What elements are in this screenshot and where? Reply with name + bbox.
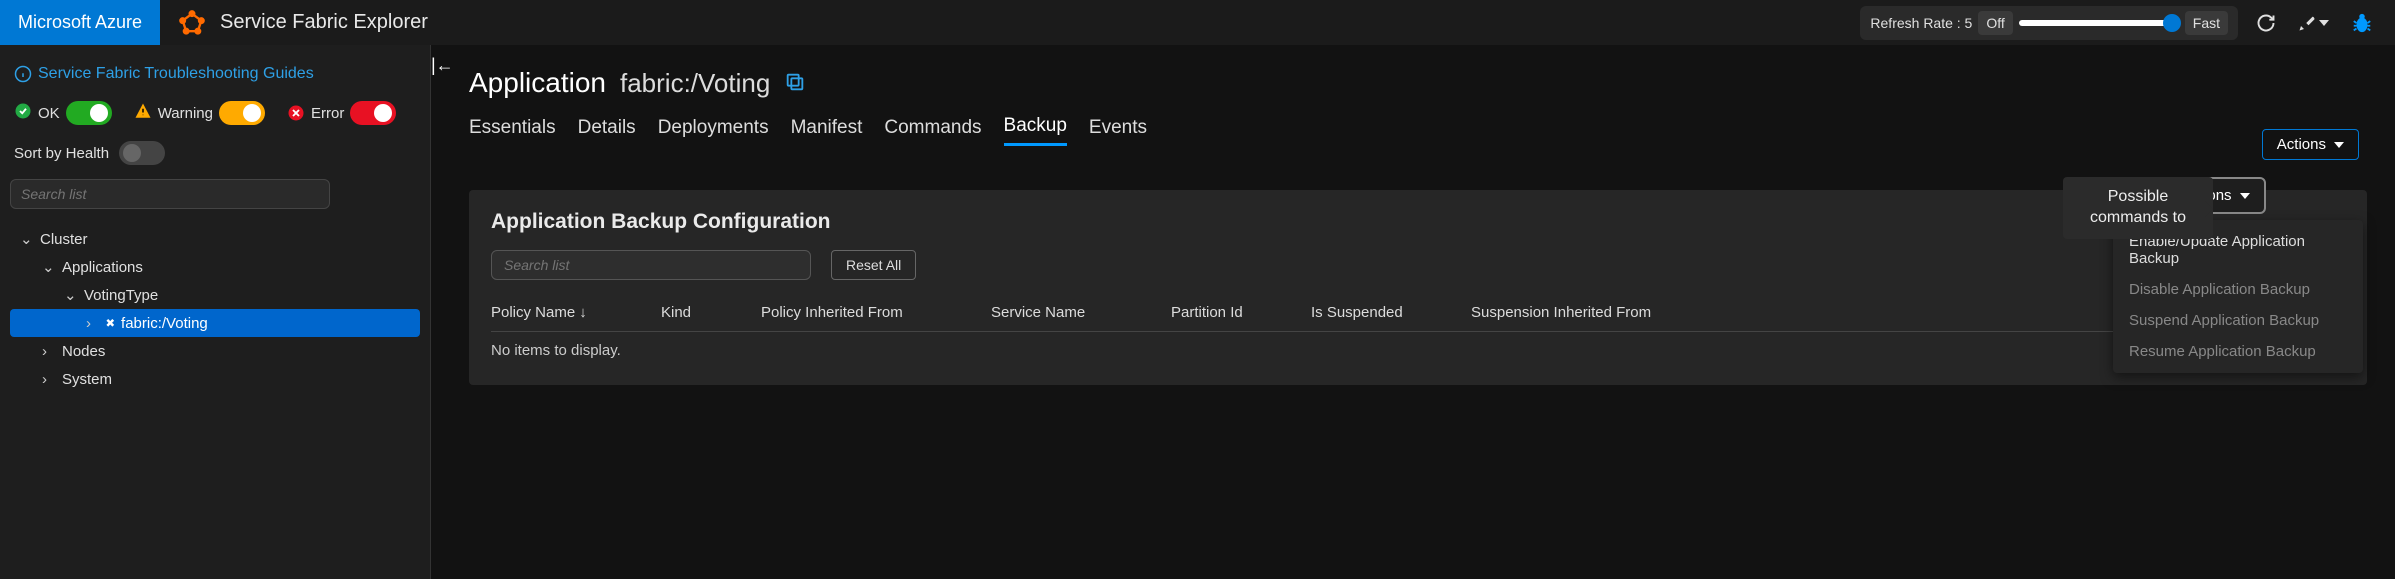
chevron-down-icon: ⌄: [20, 230, 34, 248]
collapse-sidebar-icon[interactable]: |←: [431, 55, 454, 76]
filter-error-toggle[interactable]: Error: [287, 101, 396, 125]
tab-bar: Essentials Details Deployments Manifest …: [469, 115, 2367, 146]
refresh-off-button[interactable]: Off: [1978, 11, 2012, 35]
filter-warning-toggle[interactable]: Warning: [134, 101, 265, 125]
tree-node-votingtype[interactable]: ⌄ VotingType: [10, 281, 420, 309]
error-icon: [287, 104, 305, 122]
col-service-name[interactable]: Service Name: [991, 304, 1171, 321]
sidebar-search-input[interactable]: [10, 179, 330, 209]
tab-commands[interactable]: Commands: [884, 117, 981, 145]
col-suspension-inherited[interactable]: Suspension Inherited From: [1471, 304, 1691, 321]
actions-menu-button[interactable]: Actions: [2262, 129, 2359, 160]
page-title-kind: Application: [469, 67, 606, 99]
chevron-down-icon: ⌄: [42, 258, 56, 276]
sidebar: Service Fabric Troubleshooting Guides OK…: [0, 45, 430, 579]
tree-node-nodes[interactable]: › Nodes: [10, 337, 420, 365]
tree-node-applications[interactable]: ⌄ Applications: [10, 253, 420, 281]
backup-actions-menu: Enable/Update Application Backup Disable…: [2113, 220, 2363, 373]
main-content: |← Application fabric:/Voting Essentials…: [430, 45, 2395, 579]
app-brand: Service Fabric Explorer: [160, 9, 428, 37]
tab-details[interactable]: Details: [578, 117, 636, 145]
azure-brand[interactable]: Microsoft Azure: [0, 0, 160, 45]
col-partition-id[interactable]: Partition Id: [1171, 304, 1311, 321]
troubleshooting-guides-link[interactable]: Service Fabric Troubleshooting Guides: [10, 59, 420, 97]
application-icon: ✖: [106, 314, 115, 332]
tab-manifest[interactable]: Manifest: [791, 117, 863, 145]
ok-label: OK: [38, 105, 60, 122]
reset-all-button[interactable]: Reset All: [831, 250, 916, 280]
cluster-tree: ⌄ Cluster ⌄ Applications ⌄ VotingType › …: [10, 225, 420, 393]
slider-thumb[interactable]: [2163, 14, 2181, 32]
chevron-down-icon: [2240, 193, 2250, 199]
filter-ok-toggle[interactable]: OK: [14, 101, 112, 125]
sort-by-health-toggle[interactable]: [119, 141, 165, 165]
refresh-now-icon[interactable]: [2256, 13, 2276, 33]
debug-icon[interactable]: [2351, 12, 2373, 34]
page-title-name: fabric:/Voting: [620, 68, 770, 99]
tree-node-cluster[interactable]: ⌄ Cluster: [10, 225, 420, 253]
refresh-rate-control[interactable]: Refresh Rate : 5 Off Fast: [1860, 6, 2238, 40]
tab-essentials[interactable]: Essentials: [469, 117, 556, 145]
tab-events[interactable]: Events: [1089, 117, 1147, 145]
copy-icon[interactable]: [784, 71, 806, 96]
table-header: Policy Name ↓ Kind Policy Inherited From…: [491, 304, 2345, 321]
chevron-down-icon: [2334, 142, 2344, 148]
panel-search-input[interactable]: [491, 250, 811, 280]
info-icon: [14, 65, 32, 83]
tree-node-fabric-voting[interactable]: › ✖ fabric:/Voting: [10, 309, 420, 337]
col-policy-name[interactable]: Policy Name ↓: [491, 304, 661, 321]
table-empty-message: No items to display.: [491, 331, 2345, 359]
sort-desc-icon: ↓: [579, 304, 587, 321]
menu-suspend-backup[interactable]: Suspend Application Backup: [2113, 305, 2363, 336]
sort-by-health-label: Sort by Health: [14, 145, 109, 162]
troubleshooting-guides-label: Service Fabric Troubleshooting Guides: [38, 65, 314, 83]
col-is-suspended[interactable]: Is Suspended: [1311, 304, 1471, 321]
chevron-right-icon: ›: [86, 315, 100, 332]
warning-icon: [134, 102, 152, 125]
refresh-rate-label: Refresh Rate : 5: [1870, 15, 1972, 31]
chevron-down-icon: ⌄: [64, 286, 78, 304]
ok-icon: [14, 102, 32, 125]
chevron-right-icon: ›: [42, 343, 56, 360]
app-name: Service Fabric Explorer: [220, 11, 428, 34]
refresh-rate-slider[interactable]: [2019, 20, 2179, 26]
refresh-fast-button[interactable]: Fast: [2185, 11, 2228, 35]
tab-deployments[interactable]: Deployments: [658, 117, 769, 145]
tools-menu-icon[interactable]: [2298, 14, 2329, 32]
chevron-right-icon: ›: [42, 371, 56, 388]
col-kind[interactable]: Kind: [661, 304, 761, 321]
backup-actions-tooltip: Possible commands to: [2063, 177, 2213, 239]
menu-resume-backup[interactable]: Resume Application Backup: [2113, 336, 2363, 367]
col-policy-inherited[interactable]: Policy Inherited From: [761, 304, 991, 321]
service-fabric-logo-icon: [178, 9, 206, 37]
tree-node-system[interactable]: › System: [10, 365, 420, 393]
error-label: Error: [311, 105, 344, 122]
menu-disable-backup[interactable]: Disable Application Backup: [2113, 274, 2363, 305]
tab-backup[interactable]: Backup: [1004, 115, 1067, 146]
warning-label: Warning: [158, 105, 213, 122]
